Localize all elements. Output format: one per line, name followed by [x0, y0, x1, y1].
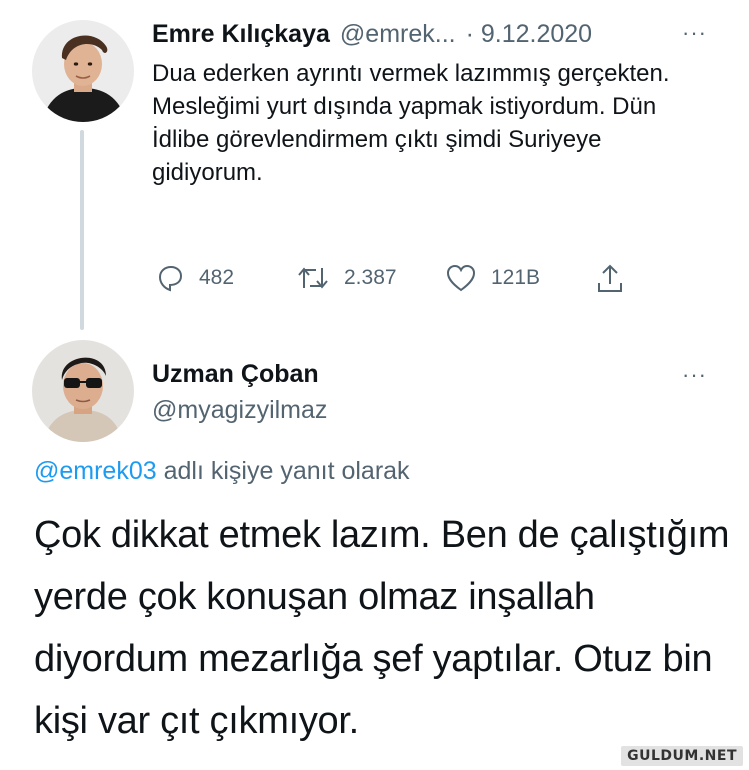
reply-count: 482 — [199, 266, 235, 289]
reply-context-label: adlı kişiye yanıt olarak — [156, 457, 410, 485]
tweet1-text: Dua ederken ayrıntı vermek lazımmış gerç… — [152, 60, 670, 186]
tweet2-author-handle[interactable]: @myagizyilmaz — [152, 396, 327, 425]
tweet1-header: Emre Kılıçkaya @emrek... · 9.12.2020 — [152, 20, 592, 49]
tweet2-author-name[interactable]: Uzman Çoban — [152, 360, 319, 389]
thread-connector-line — [80, 130, 84, 330]
reply-mention-link[interactable]: @emrek03 — [34, 457, 157, 485]
tweet1-date[interactable]: · 9.12.2020 — [466, 20, 593, 49]
reply-icon — [158, 265, 183, 292]
retweet-button[interactable]: 2.387 — [296, 263, 397, 293]
avatar-uzman-image — [32, 340, 134, 442]
like-button[interactable]: 121B — [445, 263, 540, 293]
reply-context: @emrek03 adlı kişiye yanıt olarak — [34, 457, 410, 486]
share-icon — [598, 264, 622, 292]
more-icon[interactable]: ··· — [682, 20, 707, 46]
like-icon — [446, 264, 476, 292]
like-count: 121B — [491, 266, 541, 289]
tweet1-author-handle[interactable]: @emrek... — [340, 20, 456, 49]
retweet-icon — [298, 267, 328, 289]
avatar-uzman[interactable] — [32, 340, 134, 442]
avatar-emre-image — [32, 20, 134, 122]
more-icon-2[interactable]: ··· — [682, 362, 707, 388]
retweet-count: 2.387 — [344, 266, 397, 289]
tweet1-author-name[interactable]: Emre Kılıçkaya — [152, 20, 330, 49]
reply-button[interactable]: 482 — [155, 263, 234, 293]
watermark-logo: GULDUM.NET — [621, 746, 743, 766]
avatar-emre[interactable] — [32, 20, 134, 122]
tweet2-text: Çok dikkat etmek lazım. Ben de çalıştığı… — [34, 514, 730, 742]
share-button[interactable] — [595, 263, 625, 295]
